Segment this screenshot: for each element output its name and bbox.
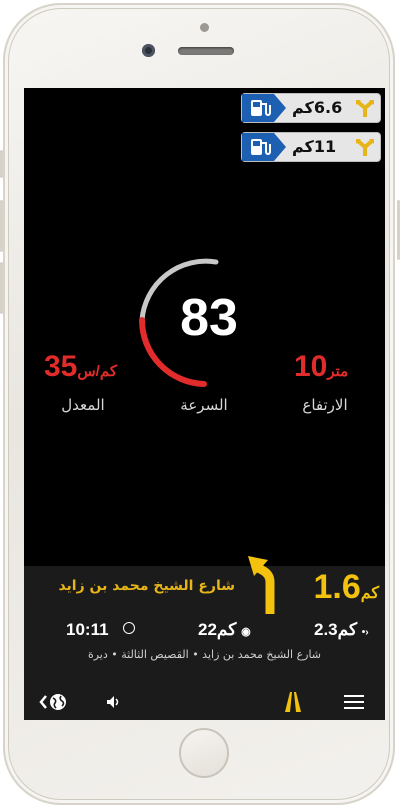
eta-value: 10:11 (66, 620, 109, 639)
poi-fuel-2[interactable]: 11كم (241, 132, 381, 162)
globe-back-icon (39, 694, 66, 710)
eta: 10:11 (66, 620, 136, 640)
trip-info-row: 10:11 22كم ◉ 2.3كم •› (24, 620, 385, 646)
street-name: شارع الشيخ محمد بن زايد (58, 578, 235, 594)
back-globe-button[interactable] (34, 684, 74, 720)
remaining-distance-value: 22كم (198, 620, 237, 639)
speaker-icon (107, 696, 119, 708)
destination-flag-icon: ◉ (241, 626, 251, 638)
mute-switch[interactable] (0, 150, 3, 178)
waypoint-distance: 2.3كم •› (314, 620, 369, 640)
sensor (200, 23, 209, 32)
turn-left-arrow-icon (248, 556, 275, 614)
poi-distance: 11كم (292, 137, 337, 156)
average-speed-unit: كم/س (77, 363, 117, 380)
bottom-toolbar (24, 684, 385, 720)
exit-icon (356, 100, 374, 117)
exit-icon (356, 139, 374, 156)
volume-down-button[interactable] (0, 262, 3, 314)
menu-button[interactable] (340, 684, 368, 720)
next-turn-value: 1.6 (313, 568, 361, 606)
fuel-icon (242, 94, 286, 122)
lane-view-button[interactable] (278, 684, 308, 720)
fuel-icon (242, 133, 286, 161)
next-turn-distance: كم1.6 (313, 568, 379, 607)
road-icon (285, 692, 301, 712)
altitude-unit: متر (327, 363, 349, 380)
altitude-label: الارتفاع (302, 396, 348, 414)
altitude: متر10 (294, 350, 348, 384)
average-speed-label: المعدل (61, 396, 105, 414)
waypoint-icon: •› (361, 627, 369, 638)
front-camera (142, 44, 155, 57)
next-turn-unit: كم (360, 585, 379, 602)
current-speed: 83 (180, 289, 238, 347)
average-speed: كم/س35 (44, 350, 117, 384)
sound-button[interactable] (102, 684, 126, 720)
hamburger-menu-icon (344, 695, 364, 709)
speed-label: السرعة (180, 396, 228, 414)
poi-fuel-1[interactable]: 6.6كم (241, 93, 381, 123)
route-description: شارع الشيخ محمد بن زايد • القصيص الثالثة… (87, 648, 322, 661)
altitude-value: 10 (294, 350, 328, 383)
speaker-grille (178, 47, 234, 55)
volume-up-button[interactable] (0, 200, 3, 252)
nav-screen: 6.6كم 11كم 83 السرعة كم/س35 المعدل متر10 (24, 88, 385, 720)
remaining-distance: 22كم ◉ (198, 620, 251, 640)
guidance-panel: شارع الشيخ محمد بن زايد كم1.6 10:11 22كم… (24, 556, 385, 720)
waypoint-distance-value: 2.3كم (314, 620, 358, 639)
average-speed-value: 35 (44, 350, 78, 383)
poi-distance: 6.6كم (292, 98, 343, 117)
clock-icon (123, 622, 136, 634)
home-button[interactable] (179, 728, 229, 778)
